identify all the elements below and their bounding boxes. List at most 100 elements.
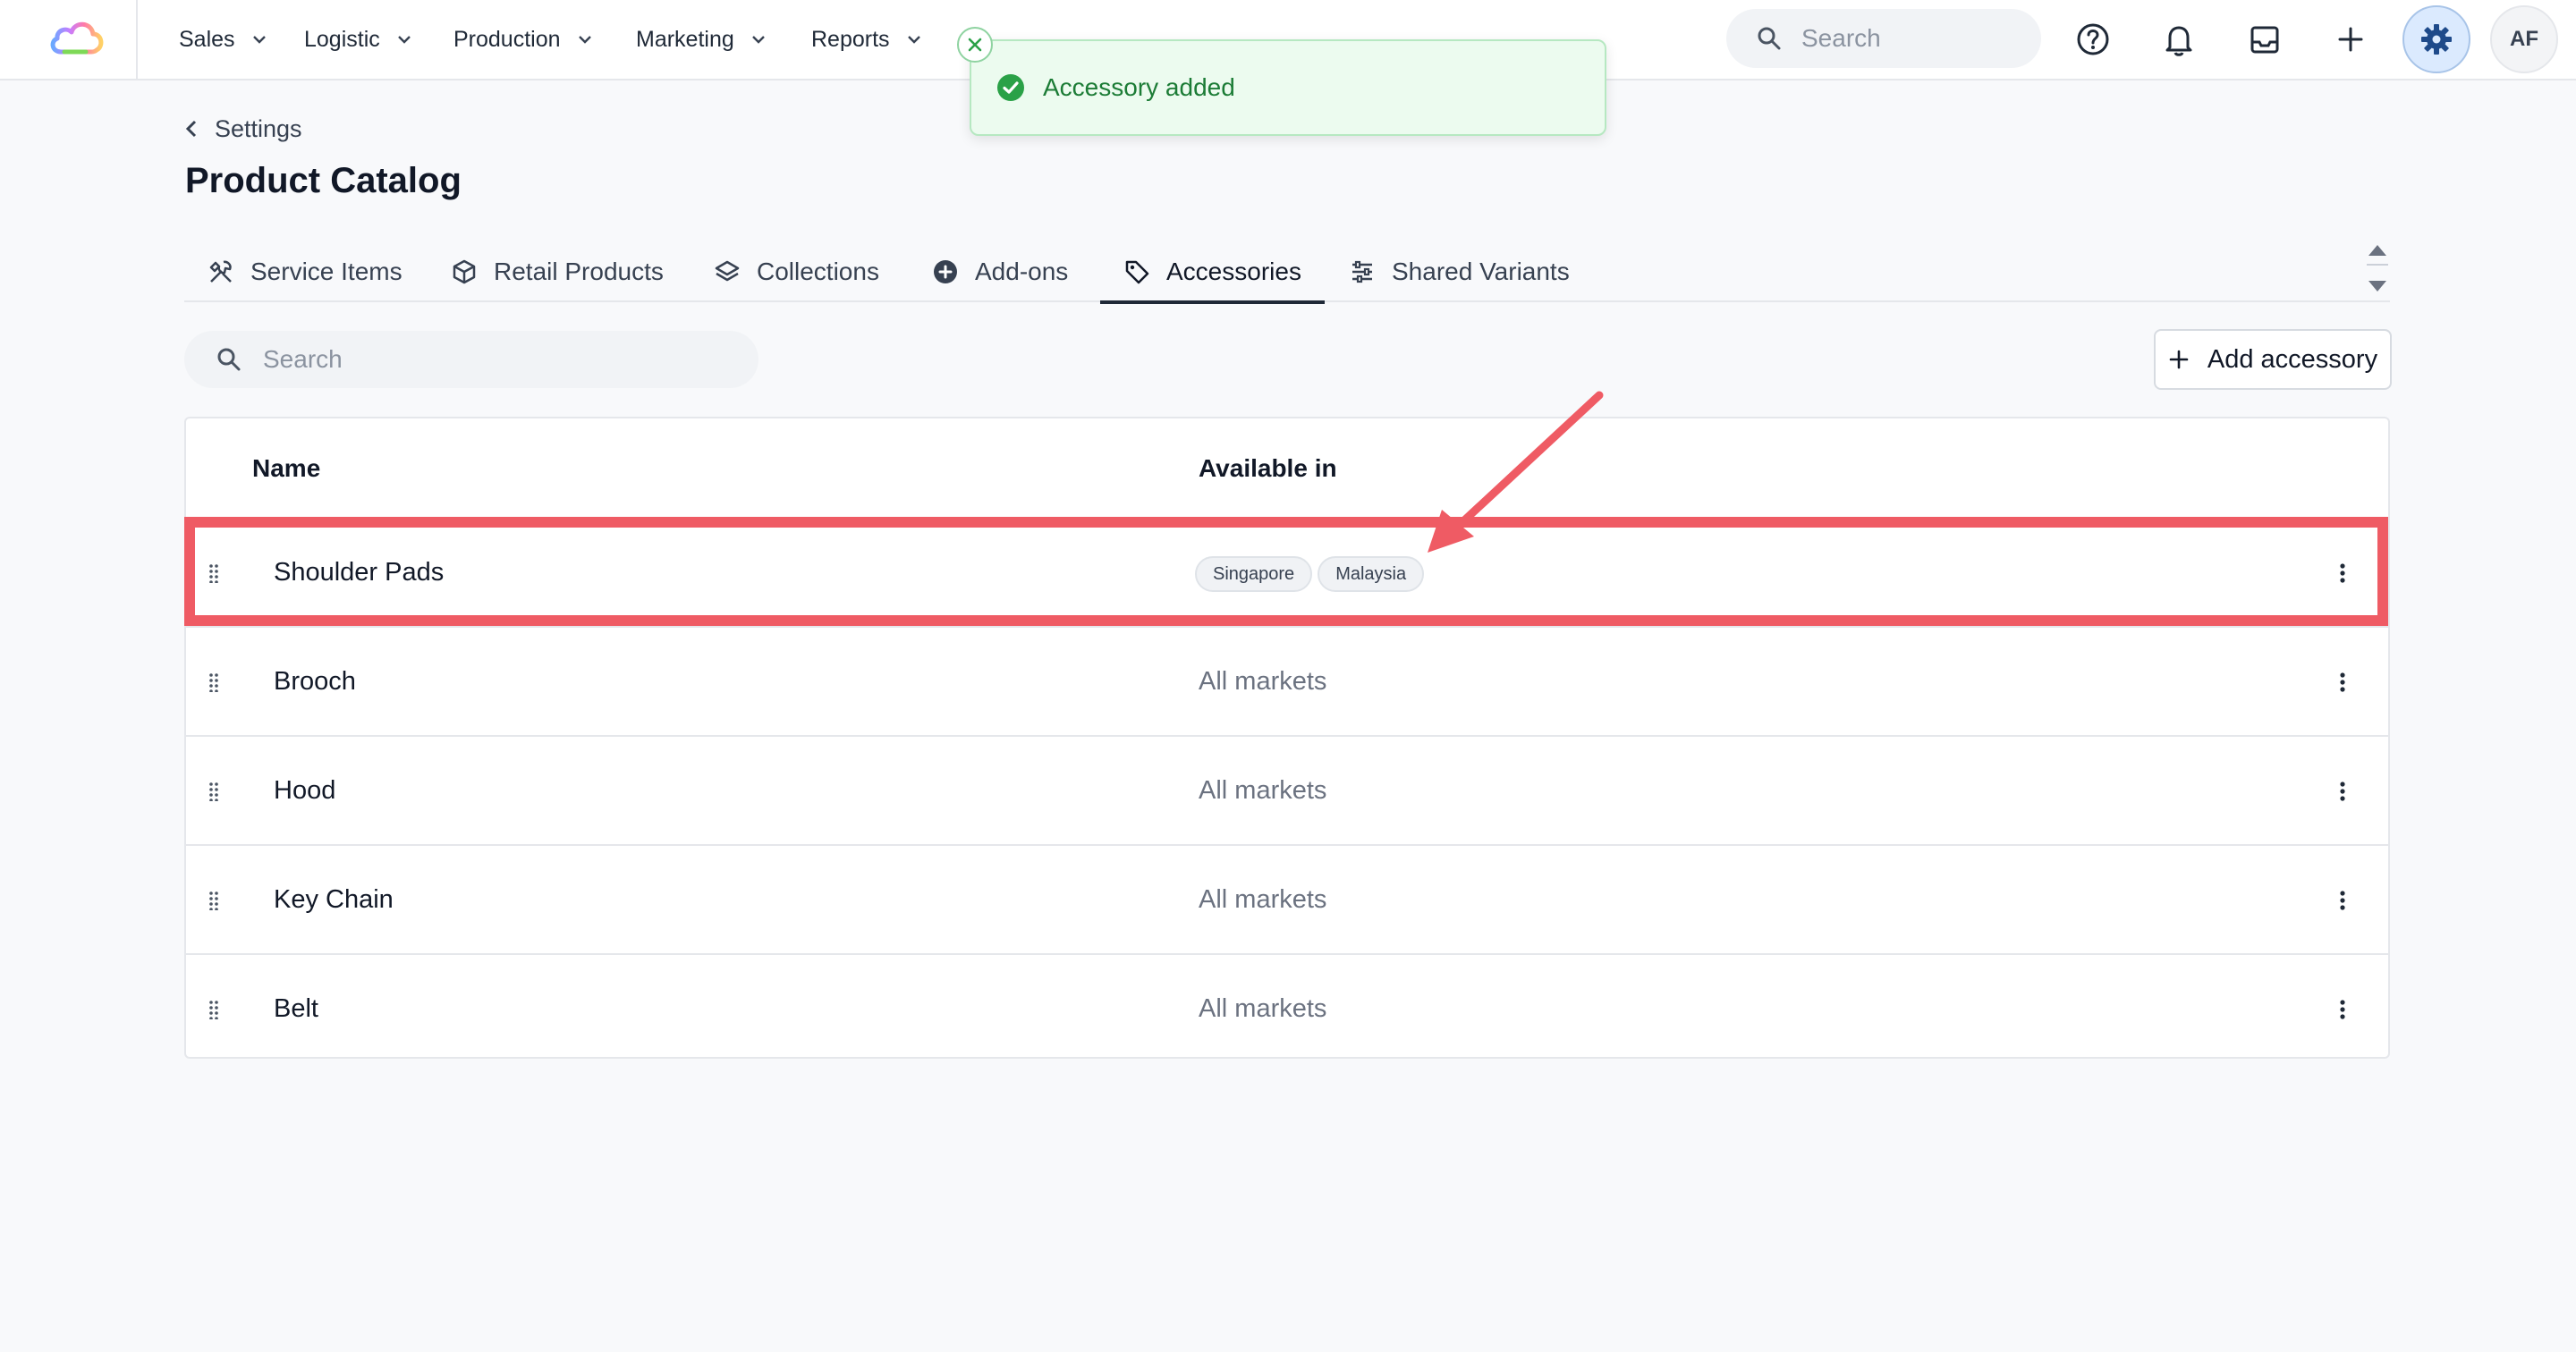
inbox-button[interactable] [2238, 13, 2292, 66]
inbox-icon [2250, 26, 2279, 54]
tab-retail-products[interactable]: Retail Products [451, 241, 664, 302]
row-actions-button[interactable] [2329, 996, 2356, 1023]
box-icon [453, 259, 476, 284]
plus-icon [2169, 350, 2189, 369]
row-actions-button[interactable] [2329, 560, 2356, 587]
breadcrumb[interactable]: Settings [184, 111, 302, 147]
plus-circle-icon [934, 260, 957, 283]
tab-label: Shared Variants [1392, 258, 1570, 285]
more-vertical-icon [2340, 672, 2345, 692]
nav-label: Production [453, 26, 561, 52]
table-row[interactable]: Shoulder Pads Singapore Malaysia [186, 517, 2388, 626]
drag-handle-icon[interactable] [206, 891, 225, 910]
chevron-down-icon [907, 36, 920, 44]
tab-label: Add-ons [975, 258, 1069, 285]
toast-close-button[interactable] [957, 27, 993, 63]
tab-add-ons[interactable]: Add-ons [932, 241, 1068, 302]
column-header-name: Name [252, 454, 321, 482]
nav-sales[interactable]: Sales [179, 21, 267, 57]
more-vertical-icon [2340, 563, 2345, 583]
help-icon [2077, 23, 2109, 55]
more-vertical-icon [2340, 891, 2345, 910]
avatar[interactable]: AF [2490, 5, 2558, 73]
tab-label: Accessories [1166, 258, 1301, 285]
nav-logistic[interactable]: Logistic [304, 21, 412, 57]
chevron-down-icon [252, 36, 266, 44]
page-title: Product Catalog [185, 161, 462, 200]
table-row[interactable]: Key Chain All markets [186, 844, 2388, 953]
row-availability: All markets [1199, 776, 1327, 805]
toast-message: Accessory added [1043, 73, 1235, 101]
market-chip: Malaysia [1318, 556, 1425, 592]
tab-scroll-control[interactable] [2363, 238, 2392, 299]
drag-handle-icon[interactable] [206, 672, 225, 692]
row-actions-button[interactable] [2329, 778, 2356, 805]
row-availability: All markets [1199, 994, 1327, 1023]
table-row[interactable]: Belt All markets [186, 953, 2388, 1057]
market-chips: Singapore Malaysia [1195, 556, 1425, 592]
gear-icon [2421, 24, 2452, 55]
tab-accessories[interactable]: Accessories [1100, 241, 1325, 304]
drag-handle-icon[interactable] [206, 782, 225, 801]
drag-handle-icon[interactable] [206, 1000, 225, 1019]
layers-icon [715, 260, 740, 282]
chevron-down-icon [578, 36, 591, 44]
tab-label: Retail Products [494, 258, 664, 285]
nav-label: Marketing [636, 26, 734, 52]
chevron-down-icon [397, 36, 411, 44]
tab-collections[interactable]: Collections [714, 241, 879, 302]
tab-service-items[interactable]: Service Items [208, 241, 402, 302]
cloud-logo-icon[interactable] [47, 16, 106, 59]
nav-production[interactable]: Production [453, 21, 593, 57]
more-vertical-icon [2340, 782, 2345, 801]
row-actions-button[interactable] [2329, 669, 2356, 696]
help-button[interactable] [2066, 13, 2120, 66]
column-header-available: Available in [1199, 454, 1337, 482]
global-search-input[interactable] [1801, 24, 2016, 53]
row-availability: All markets [1199, 667, 1327, 696]
nav-reports[interactable]: Reports [811, 21, 922, 57]
sliders-icon [1352, 260, 1372, 283]
market-chip: Singapore [1195, 556, 1313, 592]
row-name: Belt [274, 994, 318, 1023]
nav-label: Sales [179, 26, 235, 52]
more-vertical-icon [2340, 1000, 2345, 1019]
chevron-left-icon [185, 120, 197, 138]
plus-icon [2338, 27, 2363, 52]
search-icon [1758, 27, 1781, 50]
drag-handle-icon[interactable] [206, 563, 225, 583]
settings-button[interactable] [2402, 5, 2470, 73]
nav-label: Reports [811, 26, 890, 52]
close-icon [968, 38, 982, 52]
row-name: Key Chain [274, 885, 394, 914]
catalog-tabs: Service Items Retail Products Collection… [184, 241, 2390, 304]
accessory-search[interactable] [184, 331, 758, 388]
row-name: Hood [274, 776, 336, 805]
nav-marketing[interactable]: Marketing [636, 21, 767, 57]
nav-label: Logistic [304, 26, 380, 52]
tag-icon [1125, 260, 1149, 284]
scroll-arrows-icon [2367, 245, 2388, 292]
row-actions-button[interactable] [2329, 887, 2356, 914]
table-row[interactable]: Brooch All markets [186, 626, 2388, 735]
notifications-button[interactable] [2152, 13, 2206, 66]
tools-icon [209, 260, 232, 283]
row-availability: All markets [1199, 885, 1327, 914]
add-accessory-label: Add accessory [2207, 344, 2378, 374]
row-name: Brooch [274, 667, 356, 696]
tab-label: Collections [757, 258, 879, 285]
row-name: Shoulder Pads [274, 558, 445, 587]
accessories-table: Name Available in Shoulder Pads Singapor… [184, 417, 2390, 1059]
tab-shared-variants[interactable]: Shared Variants [1349, 241, 1570, 302]
tab-label: Service Items [250, 258, 402, 285]
breadcrumb-label: Settings [215, 114, 302, 142]
bell-icon [2165, 26, 2192, 56]
add-accessory-button[interactable]: Add accessory [2154, 329, 2392, 390]
create-button[interactable] [2324, 13, 2377, 66]
chevron-down-icon [751, 36, 765, 44]
table-row[interactable]: Hood All markets [186, 735, 2388, 844]
search-icon [217, 348, 241, 371]
accessory-search-input[interactable] [263, 345, 728, 374]
global-search[interactable] [1726, 9, 2041, 68]
success-toast: Accessory added [970, 39, 1606, 136]
